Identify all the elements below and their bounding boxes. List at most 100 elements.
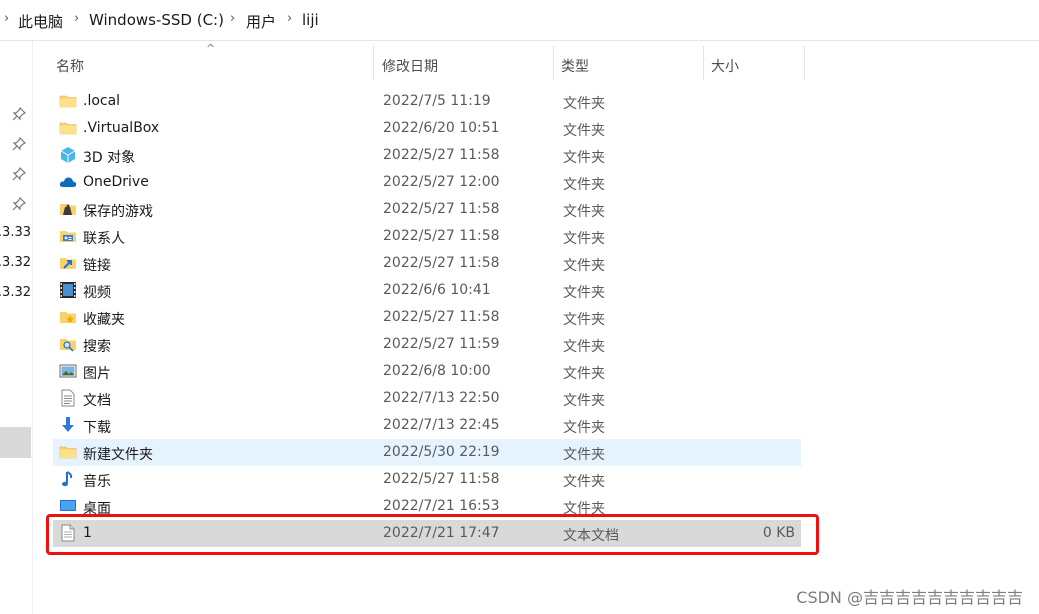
file-date: 2022/5/27 12:00 (383, 174, 500, 190)
nav-item[interactable]: 3.32. (0, 255, 31, 270)
pictures-icon (59, 362, 77, 380)
column-header-row: ^ 名称 修改日期 类型 大小 (51, 42, 811, 80)
file-type: 文件夹 (563, 204, 605, 220)
contacts-icon (59, 227, 77, 245)
file-date: 2022/6/8 10:00 (383, 363, 491, 379)
file-name: .VirtualBox (83, 120, 160, 136)
file-row[interactable]: .VirtualBox 2022/6/20 10:51 文件夹 (53, 115, 801, 142)
file-type: 文件夹 (563, 339, 605, 355)
file-name: 视频 (83, 285, 111, 301)
file-date: 2022/7/13 22:50 (383, 390, 500, 406)
file-type: 文件夹 (563, 285, 605, 301)
breadcrumb-drive[interactable]: Windows-SSD (C:) (89, 11, 224, 29)
file-type: 文件夹 (563, 312, 605, 328)
chevron-right-icon[interactable]: › (74, 11, 79, 26)
file-row[interactable]: 联系人 2022/5/27 11:58 文件夹 (53, 223, 801, 250)
pin-icon[interactable] (12, 137, 26, 151)
chevron-right-icon[interactable]: › (4, 11, 9, 26)
column-divider[interactable] (553, 46, 554, 80)
file-date: 2022/7/13 22:45 (383, 417, 500, 433)
file-row[interactable]: 保存的游戏 2022/5/27 11:58 文件夹 (53, 196, 801, 223)
file-type: 文件夹 (563, 231, 605, 247)
file-name: 联系人 (83, 231, 125, 247)
file-date: 2022/5/27 11:58 (383, 147, 500, 163)
file-name: 文档 (83, 393, 111, 409)
file-type: 文件夹 (563, 177, 605, 193)
file-name: 新建文件夹 (83, 447, 153, 463)
file-type: 文件夹 (563, 447, 605, 463)
address-bar[interactable]: › 此电脑 › Windows-SSD (C:) › 用户 › liji (0, 0, 1039, 41)
folder-icon (59, 92, 77, 110)
column-divider[interactable] (804, 46, 805, 80)
file-date: 2022/6/20 10:51 (383, 120, 500, 136)
breadcrumb-users[interactable]: 用户 (246, 11, 276, 32)
file-type: 文件夹 (563, 123, 605, 139)
searches-icon (59, 335, 77, 353)
file-type: 文件夹 (563, 474, 605, 490)
file-row[interactable]: 新建文件夹 2022/5/30 22:19 文件夹 (53, 439, 801, 466)
file-type: 文件夹 (563, 393, 605, 409)
sort-ascending-icon: ^ (206, 42, 216, 55)
file-row[interactable]: 搜索 2022/5/27 11:59 文件夹 (53, 331, 801, 358)
desktop-icon (59, 497, 77, 515)
file-date: 2022/7/5 11:19 (383, 93, 491, 109)
nav-item[interactable]: 3.33. (0, 225, 31, 240)
file-row[interactable]: 3D 对象 2022/5/27 11:58 文件夹 (53, 142, 801, 169)
column-header-name[interactable]: 名称 (56, 46, 84, 80)
navigation-pane[interactable]: 3.33. 3.32. 3.32. (0, 41, 33, 614)
breadcrumb-this-pc[interactable]: 此电脑 (18, 11, 63, 32)
column-header-date[interactable]: 修改日期 (382, 46, 438, 80)
file-row[interactable]: 视频 2022/6/6 10:41 文件夹 (53, 277, 801, 304)
favorites-icon (59, 308, 77, 326)
file-row[interactable]: 下载 2022/7/13 22:45 文件夹 (53, 412, 801, 439)
column-header-type[interactable]: 类型 (561, 46, 589, 80)
file-row[interactable]: OneDrive 2022/5/27 12:00 文件夹 (53, 169, 801, 196)
file-row[interactable]: .local 2022/7/5 11:19 文件夹 (53, 88, 801, 115)
file-name: 音乐 (83, 474, 111, 490)
pin-icon[interactable] (12, 107, 26, 121)
videos-icon (59, 281, 77, 299)
file-name: 保存的游戏 (83, 204, 153, 220)
file-date: 2022/5/27 11:59 (383, 336, 500, 352)
column-header-size[interactable]: 大小 (711, 46, 739, 80)
breadcrumb-liji[interactable]: liji (302, 11, 319, 29)
file-date: 2022/5/27 11:58 (383, 471, 500, 487)
file-date: 2022/5/27 11:58 (383, 255, 500, 271)
file-name: 下载 (83, 420, 111, 436)
column-divider[interactable] (703, 46, 704, 80)
file-row[interactable]: 图片 2022/6/8 10:00 文件夹 (53, 358, 801, 385)
file-row[interactable]: 音乐 2022/5/27 11:58 文件夹 (53, 466, 801, 493)
file-date: 2022/6/6 10:41 (383, 282, 491, 298)
watermark: CSDN @吉吉吉吉吉吉吉吉吉吉 (796, 588, 1023, 607)
file-name: 图片 (83, 366, 111, 382)
file-date: 2022/5/27 11:58 (383, 201, 500, 217)
file-name: OneDrive (83, 174, 149, 190)
file-type: 文件夹 (563, 258, 605, 274)
file-name: 3D 对象 (83, 150, 136, 166)
red-highlight-box (46, 514, 819, 555)
file-date: 2022/7/21 16:53 (383, 498, 500, 514)
file-type: 文件夹 (563, 420, 605, 436)
folder-icon (59, 443, 77, 461)
music-icon (59, 470, 77, 488)
file-date: 2022/5/27 11:58 (383, 309, 500, 325)
column-divider[interactable] (373, 46, 374, 80)
file-type: 文件夹 (563, 96, 605, 112)
file-row[interactable]: 链接 2022/5/27 11:58 文件夹 (53, 250, 801, 277)
links-icon (59, 254, 77, 272)
pin-icon[interactable] (12, 197, 26, 211)
file-row[interactable]: 收藏夹 2022/5/27 11:58 文件夹 (53, 304, 801, 331)
3d-objects-icon (59, 146, 77, 164)
file-date: 2022/5/30 22:19 (383, 444, 500, 460)
chevron-right-icon[interactable]: › (230, 11, 235, 26)
file-type: 文件夹 (563, 150, 605, 166)
chevron-right-icon[interactable]: › (287, 11, 292, 26)
documents-icon (59, 389, 77, 407)
nav-item[interactable]: 3.32. (0, 285, 31, 300)
nav-selected-item[interactable] (0, 427, 31, 458)
file-row[interactable]: 文档 2022/7/13 22:50 文件夹 (53, 385, 801, 412)
file-name: 收藏夹 (83, 312, 125, 328)
saved-games-icon (59, 200, 77, 218)
pin-icon[interactable] (12, 167, 26, 181)
onedrive-cloud-icon (59, 173, 77, 191)
